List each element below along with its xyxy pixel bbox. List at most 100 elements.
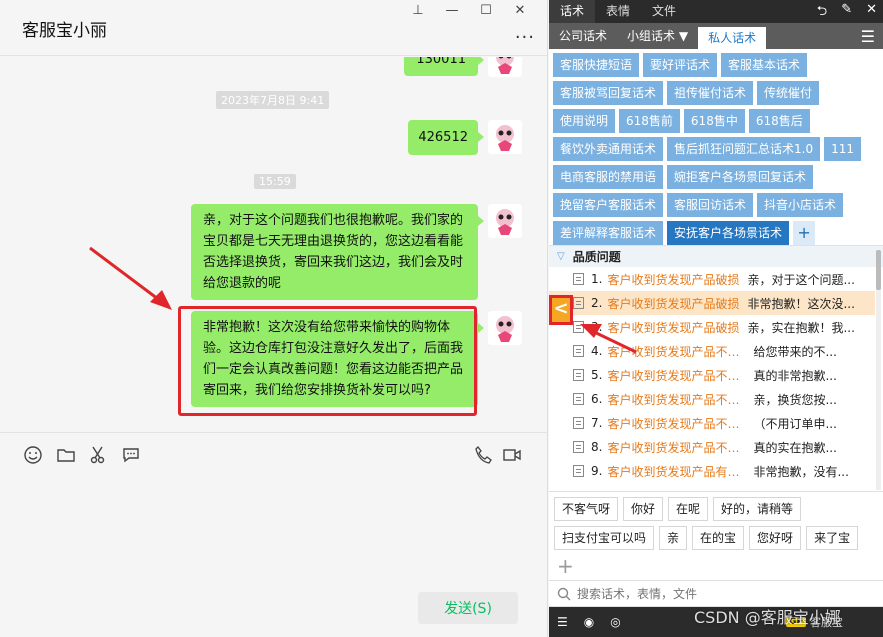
item-title: 客户收到货发现产品破损 [607,272,740,287]
item-preview: 非常抱歉，没有... [753,464,849,479]
menu-icon[interactable]: ☰ [557,615,568,629]
category-button[interactable]: 婉拒客户各场景回复话术 [667,165,814,189]
collapse-panel-button[interactable]: < [549,295,573,325]
chat-bubble-icon[interactable] [121,445,141,465]
quick-reply-button[interactable]: 你好 [623,497,664,521]
pin-icon[interactable]: ⊥ [401,2,435,20]
category-button[interactable]: 餐饮外卖通用话术 [553,137,664,161]
scrollbar[interactable] [876,250,881,490]
document-icon [573,273,584,285]
close-icon[interactable]: ✕ [866,2,877,24]
item-preview: 亲，对于这个问题... [747,272,855,287]
avatar[interactable] [488,57,522,77]
send-button[interactable]: 发送(S) [418,592,518,624]
quick-reply-button[interactable]: 扫支付宝可以吗 [554,526,655,550]
group-title: 品质问题 [572,250,621,264]
quick-reply-button[interactable]: 亲 [659,526,688,550]
add-category-button[interactable]: + [793,221,816,245]
quick-reply-button[interactable]: 您好呀 [749,526,802,550]
more-options-icon[interactable]: ... [515,22,535,43]
category-button[interactable]: 售后抓狂问题汇总话术1.0 [667,137,821,161]
category-button[interactable]: 差评解释客服话术 [553,221,664,245]
message-bubble[interactable]: 亲，对于这个问题我们也很抱歉呢。我们家的宝贝都是七天无理由退换货的，您这边看看能… [191,204,484,300]
category-button[interactable]: 挽留客户客服话术 [553,193,664,217]
close-icon[interactable]: ✕ [503,2,537,20]
category-button[interactable]: 电商客服的禁用语 [553,165,664,189]
category-button[interactable]: 111 [824,137,862,161]
item-preview: 真的非常抱歉... [753,368,837,383]
category-row: 餐饮外卖通用话术 售后抓狂问题汇总话术1.0 111 [553,137,883,161]
quick-reply-button[interactable]: 好的，请稍等 [713,497,802,521]
search-bar [549,580,883,607]
edit-icon[interactable]: ✎ [841,2,852,24]
eye-outline-icon[interactable]: ◎ [610,615,620,629]
category-button[interactable]: 客服快捷短语 [553,53,640,77]
search-input[interactable] [577,586,857,601]
category-row: 客服快捷短语 要好评话术 客服基本话术 [553,53,883,77]
list-group-header[interactable]: ▽ 品质问题 [549,245,883,267]
scrollbar-thumb[interactable] [876,250,881,290]
message-bubble[interactable]: 426512 [408,120,484,155]
category-button[interactable]: 抖音小店话术 [757,193,844,217]
phone-icon[interactable] [473,445,493,465]
script-item[interactable]: 7. 客户收到货发现产品不能正常... （不用订单申... [549,411,875,435]
avatar[interactable] [488,120,522,154]
message-bubble[interactable]: 130011 [404,57,484,76]
tab-company-scripts[interactable]: 公司话术 [549,23,617,49]
item-number: 7. [591,416,603,430]
chat-title: 客服宝小丽 [22,21,107,41]
folder-icon[interactable] [56,445,76,465]
category-button[interactable]: 客服基本话术 [721,53,808,77]
document-icon [573,417,584,429]
video-call-icon[interactable] [502,445,522,465]
category-button[interactable]: 传统催付 [757,81,820,105]
script-item[interactable]: 8. 客户收到货发现产品不能正常... 真的实在抱歉... [549,435,875,459]
return-icon[interactable]: ⮌ [817,2,827,24]
category-button[interactable]: 祖传催付话术 [667,81,754,105]
category-button[interactable]: 618售后 [748,109,810,133]
item-title: 客户收到货发现产品破损 [607,320,740,335]
category-button-selected[interactable]: 安抚客户各场景话术 [667,221,790,245]
maximize-icon[interactable]: ☐ [469,2,503,20]
category-button[interactable]: 客服回访话术 [667,193,754,217]
category-button[interactable]: 618售中 [683,109,745,133]
chat-window: 客服宝小丽 ⊥ — ☐ ✕ ... 130011 2023年7月8日 9:41 … [0,0,548,637]
item-number: 8. [591,440,603,454]
tab-scripts[interactable]: 话术 [549,0,596,23]
item-number: 3. [591,320,603,334]
category-row: 差评解释客服话术 安抚客户各场景话术 + [553,221,883,245]
add-quick-reply-icon[interactable]: + [554,555,883,577]
quick-reply-button[interactable]: 在呢 [668,497,709,521]
avatar[interactable] [488,311,522,345]
avatar[interactable] [488,204,522,238]
item-title: 客户收到货发现产品不能正常... [607,392,745,407]
script-item[interactable]: 5. 客户收到货发现产品不能正常... 真的非常抱歉... [549,363,875,387]
item-title: 客户收到货发现产品不能正常... [607,416,745,431]
category-button[interactable]: 要好评话术 [643,53,718,77]
tab-group-scripts[interactable]: 小组话术 ▼ [617,23,698,49]
eye-icon[interactable]: ◉ [584,615,594,629]
menu-icon[interactable]: ☰ [861,27,875,46]
category-button[interactable]: 使用说明 [553,109,616,133]
script-item[interactable]: 9. 客户收到货发现产品有瑕疵 非常抱歉，没有... [549,459,875,483]
category-button[interactable]: 客服被骂回复话术 [553,81,664,105]
script-item[interactable]: 1. 客户收到货发现产品破损 亲，对于这个问题... [549,267,875,291]
quick-reply-button[interactable]: 在的宝 [692,526,745,550]
minimize-icon[interactable]: — [435,2,469,20]
scissors-icon[interactable] [88,445,108,465]
tab-private-scripts[interactable]: 私人话术 [698,27,767,49]
quick-reply-button[interactable]: 不客气呀 [554,497,619,521]
script-item[interactable]: 4. 客户收到货发现产品不能正常... 给您带来的不... [549,339,875,363]
category-button[interactable]: 618售前 [619,109,680,133]
quick-reply-button[interactable]: 来了宝 [806,526,859,550]
category-row: 电商客服的禁用语 婉拒客户各场景回复话术 [553,165,883,189]
item-preview: （不用订单申... [753,416,837,431]
script-item[interactable]: 2. 客户收到货发现产品破损 非常抱歉！这次没... [549,291,875,315]
script-item[interactable]: 6. 客户收到货发现产品不能正常... 亲，换货您按... [549,387,875,411]
item-number: 4. [591,344,603,358]
emoji-icon[interactable] [23,445,43,465]
tab-files[interactable]: 文件 [641,0,687,23]
collapse-triangle-icon[interactable]: ▽ [557,251,565,262]
tab-emoji[interactable]: 表情 [595,0,641,23]
script-item[interactable]: 3. 客户收到货发现产品破损 亲，实在抱歉！我... [549,315,875,339]
